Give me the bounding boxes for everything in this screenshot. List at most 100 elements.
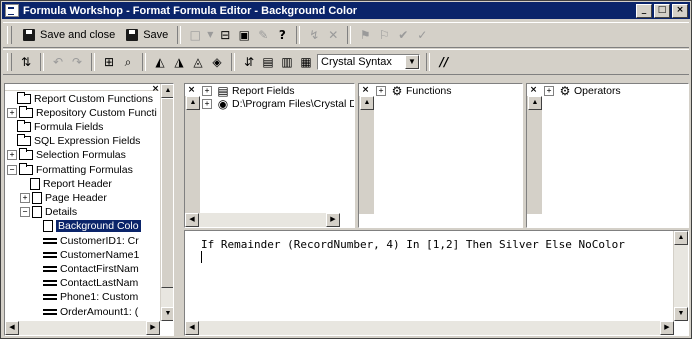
bookmark-icon[interactable]: ⚑ bbox=[357, 27, 373, 43]
workshop-tree[interactable]: × Report Custom Functions + Repository Cus… bbox=[4, 83, 174, 336]
title-bar[interactable]: Formula Workshop - Format Formula Editor… bbox=[2, 2, 690, 19]
fields-vertical-scrollbar[interactable]: ▲ bbox=[185, 96, 200, 214]
syntax-select[interactable]: Crystal Syntax ▼ bbox=[317, 54, 420, 70]
editor-vertical-scrollbar[interactable]: ▲ ▼ bbox=[673, 231, 688, 321]
bookmark-toggle-icon[interactable]: ◭ bbox=[152, 54, 168, 70]
tree-horizontal-scrollbar[interactable]: ◀ ▶ bbox=[5, 321, 160, 335]
toolbar-grip[interactable] bbox=[7, 26, 12, 44]
tree-item[interactable]: SQL Expression Fields bbox=[7, 134, 140, 148]
tree-item[interactable]: Report Custom Functions bbox=[7, 91, 153, 105]
close-button[interactable]: × bbox=[672, 3, 688, 18]
formula-workshop-window: Formula Workshop - Format Formula Editor… bbox=[0, 0, 692, 339]
tree-item[interactable]: CustomerName1 bbox=[33, 248, 139, 261]
check-icon[interactable]: ✔ bbox=[395, 27, 411, 43]
scroll-right-button[interactable]: ▶ bbox=[660, 321, 674, 335]
edit-icon[interactable]: ✎ bbox=[255, 27, 271, 43]
expand-icon[interactable]: + bbox=[202, 99, 212, 109]
fields-item-database[interactable]: + ◉ D:\Program Files\Crystal De bbox=[202, 98, 354, 110]
tree-item[interactable]: + Repository Custom Functi bbox=[7, 105, 157, 119]
tree-item[interactable]: Phone1: Custom bbox=[33, 291, 138, 304]
maximize-button[interactable]: □ bbox=[654, 3, 670, 18]
functions-root[interactable]: + ⚙ Functions bbox=[376, 85, 452, 97]
tree-connector bbox=[33, 237, 41, 245]
fields-item-report-fields[interactable]: + ▤ Report Fields bbox=[202, 85, 294, 97]
scroll-left-button[interactable]: ◀ bbox=[185, 321, 199, 335]
tree-vertical-scrollbar[interactable]: ▲ ▼ bbox=[160, 84, 173, 321]
expand-icon[interactable]: − bbox=[7, 164, 17, 175]
operators-root[interactable]: + ⚙ Operators bbox=[544, 85, 621, 97]
minimize-button[interactable]: _ bbox=[636, 3, 652, 18]
find-icon[interactable]: ⌕ bbox=[120, 54, 136, 70]
save-button[interactable]: Save bbox=[121, 26, 171, 44]
comment-button[interactable]: // bbox=[436, 54, 452, 70]
tree-item-label: Phone1: Custom bbox=[60, 291, 139, 304]
operators-tree-icon[interactable]: ▦ bbox=[298, 54, 314, 70]
close-icon[interactable]: × bbox=[528, 85, 539, 96]
fields-horizontal-scrollbar[interactable]: ◀ ▶ bbox=[185, 213, 340, 227]
scroll-left-button[interactable]: ◀ bbox=[5, 321, 19, 335]
functions-panel[interactable]: × ▲ + ⚙ Functions bbox=[358, 83, 523, 228]
delete-icon[interactable]: ✕ bbox=[325, 27, 341, 43]
expand-icon[interactable]: + bbox=[544, 86, 554, 96]
expand-icon[interactable]: + bbox=[7, 107, 17, 118]
toggle-tree-icon[interactable]: ⇅ bbox=[18, 54, 34, 70]
functions-tree-icon[interactable]: ▥ bbox=[279, 54, 295, 70]
scroll-up-button[interactable]: ▲ bbox=[360, 96, 374, 110]
scroll-thumb[interactable] bbox=[161, 98, 173, 288]
fields-panel[interactable]: × ▲ + ▤ Report Fields + ◉ D:\Program Fil… bbox=[184, 83, 355, 228]
expand-icon[interactable]: + bbox=[20, 192, 30, 203]
dropdown-arrow-icon[interactable]: ▼ bbox=[206, 27, 214, 43]
tree-item[interactable]: Report Header bbox=[20, 177, 112, 190]
tree-item[interactable]: + Selection Formulas bbox=[7, 148, 126, 162]
clear-bookmarks-icon[interactable]: ◈ bbox=[209, 54, 225, 70]
help-icon[interactable]: ? bbox=[274, 27, 290, 43]
tree-item[interactable]: − Formatting Formulas bbox=[7, 162, 133, 176]
tree-item[interactable]: ContactLastNam bbox=[33, 277, 138, 290]
scroll-right-button[interactable]: ▶ bbox=[146, 321, 160, 335]
undo-icon[interactable]: ↶ bbox=[50, 54, 66, 70]
scroll-left-button[interactable]: ◀ bbox=[185, 213, 199, 227]
next-bookmark-icon[interactable]: ⚐ bbox=[376, 27, 392, 43]
scroll-up-button[interactable]: ▲ bbox=[528, 96, 542, 110]
toggle-properties-icon[interactable]: ↯ bbox=[306, 27, 322, 43]
fields-tree-icon[interactable]: ▤ bbox=[260, 54, 276, 70]
browse-icon[interactable]: ⊟ bbox=[217, 27, 233, 43]
expand-icon[interactable]: + bbox=[7, 150, 17, 161]
functions-vertical-scrollbar[interactable]: ▲ bbox=[359, 96, 374, 214]
scroll-right-button[interactable]: ▶ bbox=[326, 213, 340, 227]
scroll-down-button[interactable]: ▼ bbox=[674, 307, 688, 321]
redo-icon[interactable]: ↷ bbox=[69, 54, 85, 70]
operators-vertical-scrollbar[interactable]: ▲ bbox=[527, 96, 542, 214]
expand-icon[interactable]: + bbox=[202, 86, 212, 96]
formula-text[interactable]: If Remainder (RecordNumber, 4) In [1,2] … bbox=[201, 238, 625, 251]
tree-item[interactable]: Formula Fields bbox=[7, 119, 103, 133]
tree-item[interactable]: ContactFirstNam bbox=[33, 262, 139, 275]
scroll-up-button[interactable]: ▲ bbox=[161, 84, 173, 98]
previous-bookmark-icon[interactable]: ◬ bbox=[190, 54, 206, 70]
scroll-up-button[interactable]: ▲ bbox=[674, 231, 688, 245]
new-icon[interactable]: □ bbox=[187, 27, 203, 43]
close-icon[interactable]: × bbox=[186, 85, 197, 96]
sort-icon[interactable]: ⇵ bbox=[241, 54, 257, 70]
toolbar-grip[interactable] bbox=[7, 53, 12, 71]
expression-editor-icon[interactable]: ⊞ bbox=[101, 54, 117, 70]
editor-horizontal-scrollbar[interactable]: ◀ ▶ bbox=[185, 321, 674, 335]
scroll-up-button[interactable]: ▲ bbox=[186, 96, 200, 110]
expand-icon[interactable]: − bbox=[20, 207, 30, 218]
scroll-down-button[interactable]: ▼ bbox=[161, 307, 173, 321]
chevron-down-icon[interactable]: ▼ bbox=[405, 55, 419, 69]
formula-editor[interactable]: If Remainder (RecordNumber, 4) In [1,2] … bbox=[184, 230, 689, 336]
properties-icon[interactable]: ▣ bbox=[236, 27, 252, 43]
tree-item[interactable]: + Page Header bbox=[20, 191, 107, 204]
tree-item[interactable]: − Details bbox=[20, 206, 77, 219]
tree-item[interactable]: OrderAmount1: ( bbox=[33, 305, 138, 318]
check-all-icon[interactable]: ✓ bbox=[414, 27, 430, 43]
next-bookmark-icon[interactable]: ◮ bbox=[171, 54, 187, 70]
expand-icon[interactable]: + bbox=[376, 86, 386, 96]
operators-panel[interactable]: × ▲ + ⚙ Operators bbox=[526, 83, 689, 228]
close-icon[interactable]: × bbox=[360, 85, 371, 96]
tree-item[interactable]: CustomerID1: Cr bbox=[33, 234, 139, 247]
toolbar-separator bbox=[231, 53, 235, 71]
tree-item[interactable]: Background Colo bbox=[33, 220, 141, 233]
save-and-close-button[interactable]: Save and close bbox=[18, 26, 118, 44]
